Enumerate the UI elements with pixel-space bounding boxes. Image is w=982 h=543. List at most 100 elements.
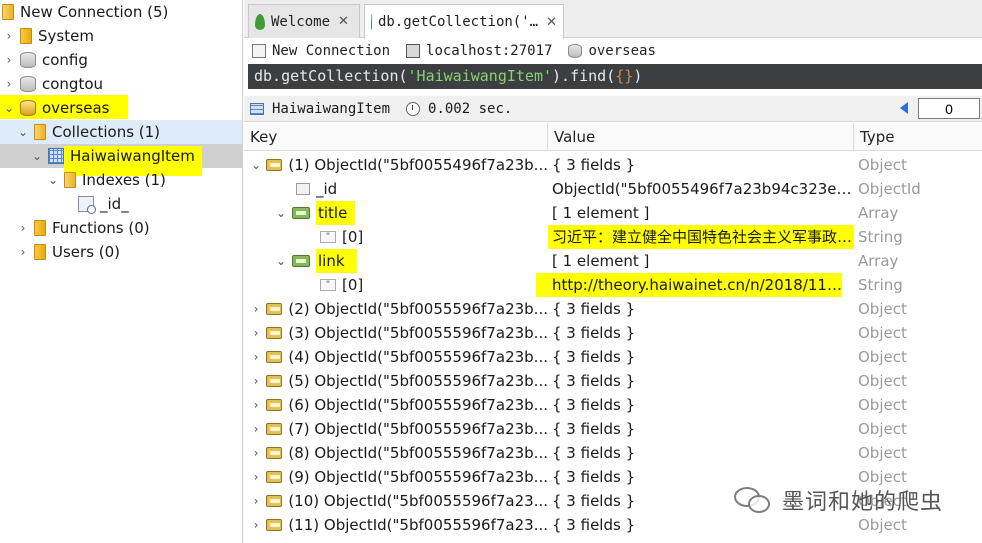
connection-name: New Connection: [252, 43, 390, 59]
chevron-right-icon[interactable]: ›: [2, 24, 16, 48]
tree-node-label: Functions (0): [52, 219, 150, 237]
result-info-bar: HaiwaiwangItem 0.002 sec.: [244, 96, 982, 122]
table-row[interactable]: ⌄ title [ 1 element ] Array: [244, 201, 982, 225]
table-row[interactable]: ⌄ link [ 1 element ] Array: [244, 249, 982, 273]
object-icon: [266, 447, 283, 459]
folder-icon: [34, 124, 46, 140]
table-row[interactable]: › (11) ObjectId("5bf0055596f7a23... { 3 f…: [244, 513, 982, 537]
chevron-right-icon[interactable]: ›: [250, 321, 262, 345]
row-value: { 3 fields }: [552, 420, 636, 438]
server-icon: [252, 44, 266, 58]
object-icon: [266, 471, 283, 483]
tree-node-db-congtou[interactable]: › congtou: [2, 72, 103, 96]
chevron-down-icon[interactable]: ⌄: [274, 249, 288, 273]
connection-tree: New Connection (5) › System › config › c…: [0, 0, 243, 543]
chevron-right-icon[interactable]: ›: [2, 48, 16, 72]
table-row[interactable]: › (7) ObjectId("5bf0055596f7a23b... { 3 f…: [244, 417, 982, 441]
mongodb-leaf-icon: [371, 14, 372, 30]
column-header-value[interactable]: Value: [548, 123, 854, 151]
table-row[interactable]: › (8) ObjectId("5bf0055596f7a23b... { 3 f…: [244, 441, 982, 465]
chevron-right-icon[interactable]: ›: [250, 297, 262, 321]
column-header-key[interactable]: Key: [244, 123, 548, 151]
chevron-down-icon[interactable]: ⌄: [46, 168, 60, 192]
close-icon[interactable]: ✕: [338, 14, 349, 29]
tree-node-label: Indexes (1): [82, 171, 166, 189]
chevron-right-icon[interactable]: ›: [250, 369, 262, 393]
object-icon: [266, 159, 283, 171]
watermark-text: 墨词和她的爬虫: [782, 490, 944, 515]
tree-node-db-config[interactable]: › config: [2, 48, 88, 72]
tree-node-users[interactable]: › Users (0): [16, 240, 120, 264]
clock-icon: [406, 101, 421, 116]
table-row[interactable]: " [0] http://theory.haiwainet.cn/n/2018/1…: [244, 273, 982, 297]
row-type: Object: [858, 324, 907, 342]
table-row[interactable]: ⌄ (1) ObjectId("5bf0055496f7a23b... { 3 f…: [244, 153, 982, 177]
row-key: (5) ObjectId("5bf0055596f7a23b...: [288, 372, 548, 390]
tree-node-db-system[interactable]: › System: [2, 24, 94, 48]
chevron-down-icon[interactable]: ⌄: [250, 153, 262, 177]
tab-label: Welcome: [271, 13, 331, 30]
table-row[interactable]: › (3) ObjectId("5bf0055596f7a23b... { 3 f…: [244, 321, 982, 345]
chevron-right-icon[interactable]: ›: [16, 216, 30, 240]
tab-welcome[interactable]: Welcome ✕: [248, 4, 360, 38]
table-row[interactable]: › (2) ObjectId("5bf0055596f7a23b... { 3 f…: [244, 297, 982, 321]
chevron-right-icon[interactable]: ›: [250, 393, 262, 417]
chevron-right-icon[interactable]: ›: [250, 513, 262, 537]
chevron-down-icon[interactable]: ⌄: [30, 144, 44, 168]
array-icon: [292, 255, 310, 267]
tree-node-label: Collections (1): [52, 123, 161, 141]
tree-node-label: HaiwaiwangItem: [70, 147, 195, 165]
tree-node-collections[interactable]: ⌄ Collections (1): [16, 120, 160, 144]
tree-node-functions[interactable]: › Functions (0): [16, 216, 150, 240]
folder-icon: [20, 28, 32, 44]
skip-input[interactable]: [918, 98, 980, 119]
chevron-right-icon[interactable]: ›: [2, 72, 16, 96]
row-type: Object: [858, 444, 907, 462]
row-type: Object: [858, 516, 907, 534]
tree-node-label: New Connection (5): [20, 3, 169, 21]
row-key: (9) ObjectId("5bf0055596f7a23b...: [288, 468, 548, 486]
row-value: { 3 fields }: [552, 516, 636, 534]
query-method: ).find(: [552, 67, 616, 85]
chevron-right-icon[interactable]: ›: [250, 489, 262, 513]
close-icon[interactable]: ✕: [546, 15, 557, 30]
previous-page-button[interactable]: [900, 102, 908, 114]
chevron-down-icon[interactable]: ⌄: [274, 201, 288, 225]
tree-node-index-id[interactable]: _id_: [78, 192, 129, 216]
tree-node-indexes[interactable]: ⌄ Indexes (1): [46, 168, 166, 192]
table-row[interactable]: " [0] 习近平：建立健全中国特色社会主义军事政… String: [244, 225, 982, 249]
table-row[interactable]: › (6) ObjectId("5bf0055596f7a23b... { 3 f…: [244, 393, 982, 417]
tree-node-collection-haiwaiwangitem[interactable]: ⌄ HaiwaiwangItem: [30, 144, 195, 168]
tab-query[interactable]: db.getCollection('… ✕: [364, 4, 564, 39]
tree-node-connection[interactable]: New Connection (5): [2, 0, 168, 24]
table-row[interactable]: › (4) ObjectId("5bf0055596f7a23b... { 3 f…: [244, 345, 982, 369]
chevron-down-icon[interactable]: ⌄: [16, 120, 30, 144]
object-icon: [266, 303, 283, 315]
table-row[interactable]: › (5) ObjectId("5bf0055596f7a23b... { 3 f…: [244, 369, 982, 393]
chevron-right-icon[interactable]: ›: [250, 441, 262, 465]
object-icon: [266, 399, 283, 411]
query-prefix: db.getCollection(: [254, 67, 408, 85]
chevron-right-icon[interactable]: ›: [250, 417, 262, 441]
column-header-type[interactable]: Type: [854, 123, 982, 151]
chevron-right-icon[interactable]: ›: [250, 345, 262, 369]
row-value: [ 1 element ]: [552, 204, 650, 222]
chevron-down-icon[interactable]: ⌄: [2, 96, 16, 120]
mongodb-leaf-icon: [255, 13, 265, 30]
query-editor[interactable]: db.getCollection('HaiwaiwangItem').find(…: [248, 64, 982, 89]
array-icon: [292, 207, 310, 219]
string-icon: ": [320, 279, 336, 291]
chevron-right-icon[interactable]: ›: [16, 240, 30, 264]
table-row[interactable]: _id ObjectId("5bf0055496f7a23b94c323e9")…: [244, 177, 982, 201]
row-value: { 3 fields }: [552, 372, 636, 390]
watermark: 墨词和她的爬虫: [734, 484, 943, 516]
row-key: (7) ObjectId("5bf0055596f7a23b...: [288, 420, 548, 438]
table-icon: [250, 102, 264, 115]
chevron-right-icon[interactable]: ›: [250, 465, 262, 489]
result-time: 0.002 sec.: [428, 100, 513, 117]
tree-node-label: System: [38, 27, 94, 45]
tab-bar: Welcome ✕ db.getCollection('… ✕: [244, 0, 982, 39]
tree-node-db-overseas[interactable]: ⌄ overseas: [2, 96, 110, 120]
row-type: Object: [858, 300, 907, 318]
row-type: Array: [858, 204, 899, 222]
